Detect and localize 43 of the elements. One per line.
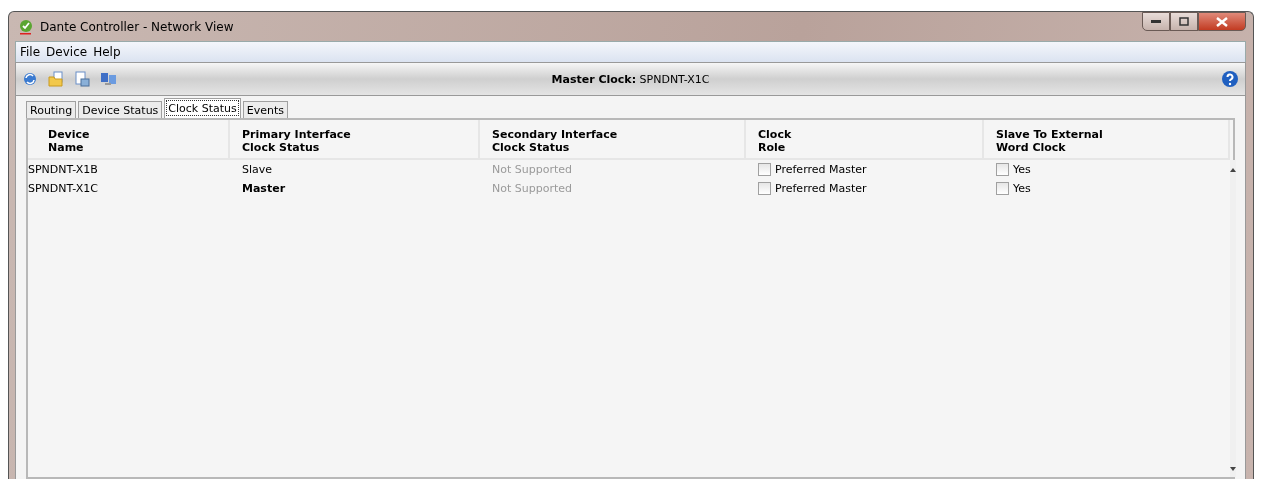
maximize-icon: [1179, 17, 1189, 26]
checkbox-label: Preferred Master: [775, 182, 867, 195]
checkbox-label: Yes: [1013, 182, 1031, 195]
network-icon[interactable]: [100, 71, 118, 87]
close-button[interactable]: [1198, 12, 1246, 31]
checkbox-label: Yes: [1013, 163, 1031, 176]
help-icon[interactable]: [1221, 70, 1239, 88]
clock-status: Not Supported: [492, 163, 572, 176]
checkbox-label: Preferred Master: [775, 163, 867, 176]
scroll-down-icon[interactable]: [1230, 467, 1236, 471]
tab[interactable]: Clock Status: [164, 98, 241, 118]
clock-status: Slave: [242, 163, 273, 176]
app-logo-icon: [18, 18, 34, 35]
maximize-button[interactable]: [1170, 12, 1198, 31]
clock-status: Master: [242, 182, 286, 195]
window-title: Dante Controller - Network View: [40, 19, 234, 34]
minimize-button[interactable]: [1142, 12, 1170, 31]
device-name: SPNDNT-X1C: [28, 182, 98, 195]
clock-status: Not Supported: [492, 182, 572, 195]
checkbox[interactable]: [758, 163, 771, 176]
close-icon: [1216, 16, 1228, 27]
tab[interactable]: Routing: [26, 101, 77, 118]
column-header[interactable]: Primary Interface Clock Status: [230, 120, 480, 160]
status-value: SPNDNT-X1C: [639, 72, 710, 86]
minimize-icon: [1151, 19, 1161, 24]
scroll-up-icon[interactable]: [1230, 168, 1236, 172]
column-header[interactable]: Device Name: [28, 120, 230, 160]
tab[interactable]: Device Status: [78, 101, 163, 118]
document-icon[interactable]: [74, 71, 90, 87]
checkbox[interactable]: [996, 163, 1009, 176]
folder-icon[interactable]: [48, 71, 64, 87]
column-header[interactable]: Clock Role: [746, 120, 984, 160]
checkbox[interactable]: [758, 182, 771, 195]
column-header[interactable]: Slave To External Word Clock: [984, 120, 1230, 160]
status-label: Master Clock:: [551, 72, 637, 86]
column-header[interactable]: Secondary Interface Clock Status: [480, 120, 746, 160]
menu-item[interactable]: Help: [93, 45, 121, 59]
menu-item[interactable]: File: [20, 45, 41, 59]
checkbox[interactable]: [996, 182, 1009, 195]
menu-item[interactable]: Device: [46, 45, 88, 59]
refresh-icon[interactable]: [22, 71, 38, 87]
device-name: SPNDNT-X1B: [28, 163, 98, 176]
tab[interactable]: Events: [242, 101, 289, 118]
